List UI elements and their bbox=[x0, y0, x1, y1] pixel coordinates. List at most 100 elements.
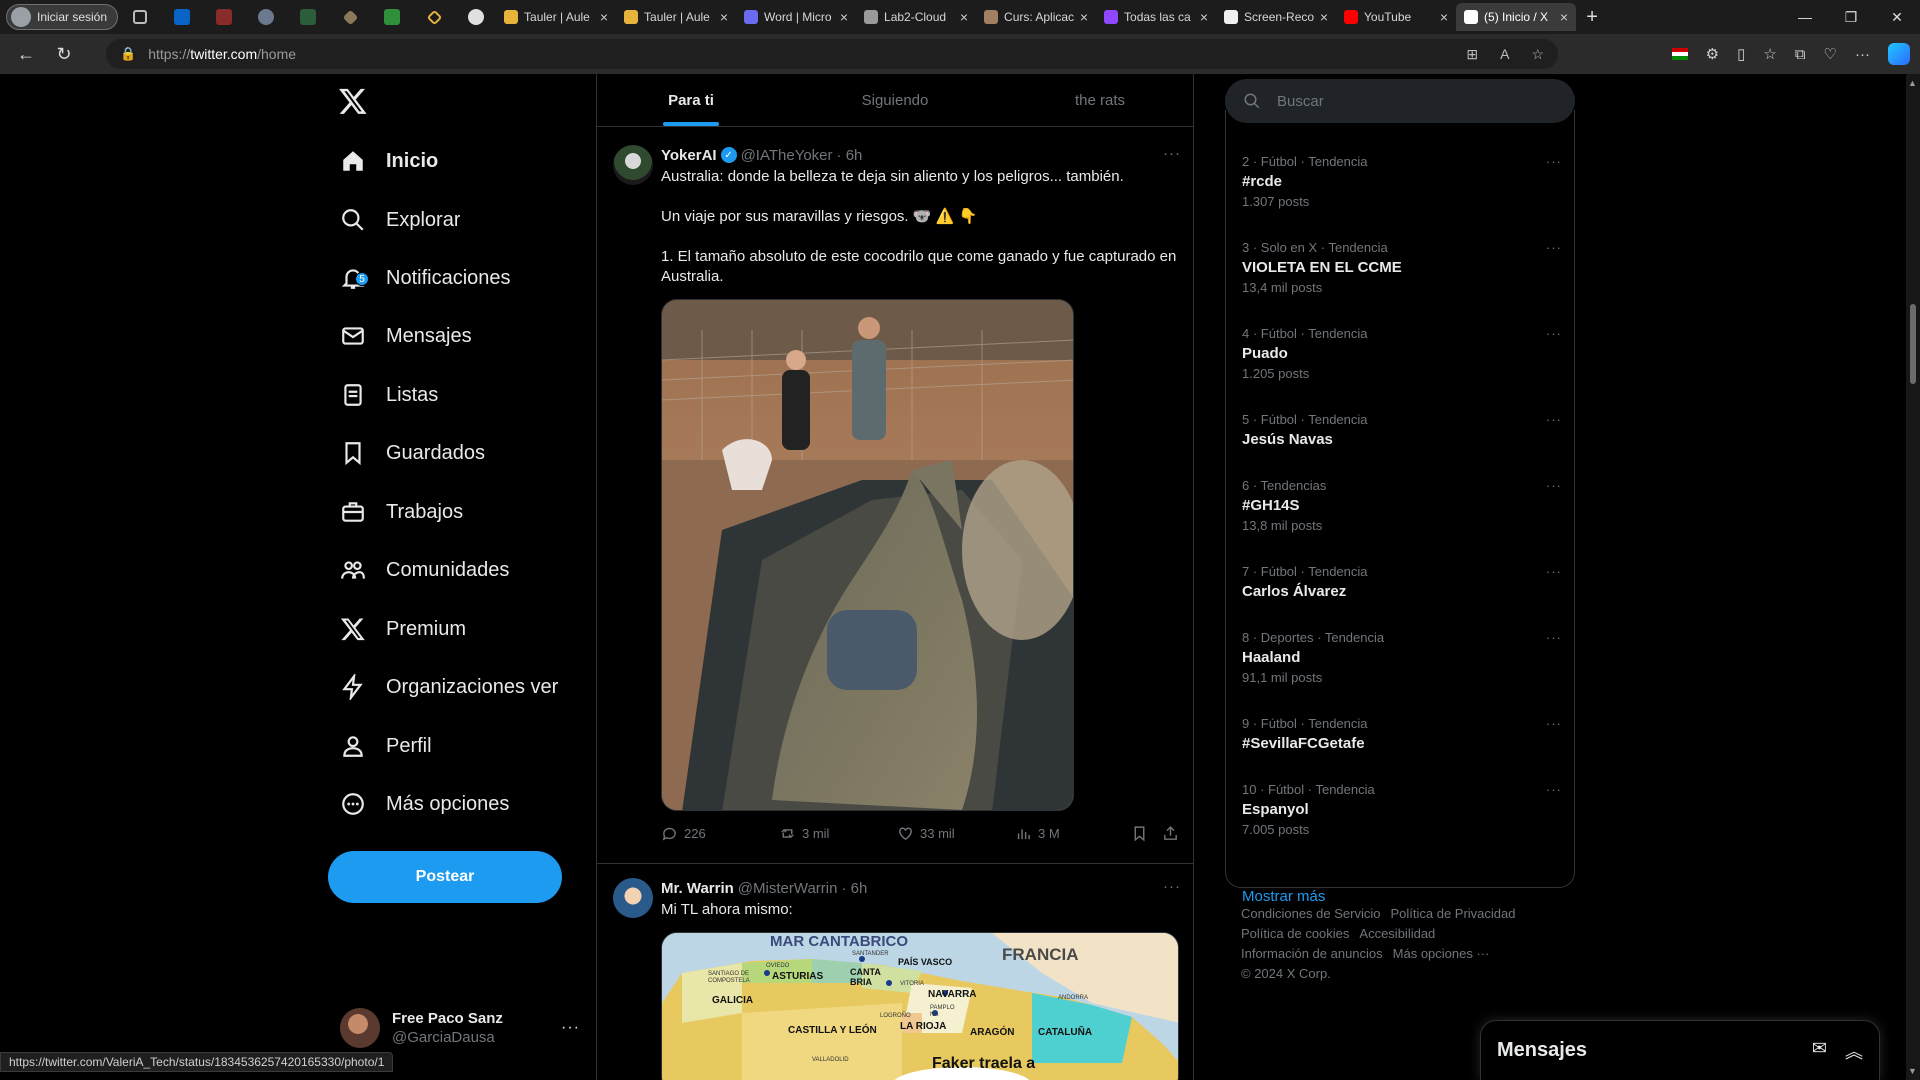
close-tab-icon[interactable]: × bbox=[720, 9, 728, 25]
trend-item[interactable]: 6 · Tendencias #GH14S 13,8 mil posts ··· bbox=[1242, 478, 1562, 533]
close-tab-icon[interactable]: × bbox=[1080, 9, 1088, 25]
trend-more-icon[interactable]: ··· bbox=[1546, 782, 1562, 797]
tweet-timestamp[interactable]: · 6h bbox=[841, 880, 867, 897]
browser-tab[interactable]: Tauler | Aule × bbox=[496, 3, 616, 31]
trend-more-icon[interactable]: ··· bbox=[1546, 716, 1562, 731]
flag-extension-icon[interactable] bbox=[1671, 48, 1688, 60]
pinned-tab-7[interactable] bbox=[414, 4, 454, 30]
nav-item-x[interactable]: Premium bbox=[340, 604, 466, 654]
nav-item-bookmark[interactable]: Guardados bbox=[340, 428, 485, 478]
trend-more-icon[interactable]: ··· bbox=[1546, 412, 1562, 427]
tweet[interactable]: ··· YokerAI ✓ @IATheYoker · 6h Australia… bbox=[597, 127, 1193, 864]
browser-tab[interactable]: Word | Micro × bbox=[736, 3, 856, 31]
pinned-tab-4[interactable] bbox=[288, 4, 328, 30]
page-scrollbar[interactable]: ▲ ▼ bbox=[1906, 74, 1920, 1080]
tweet[interactable]: ··· Mr. Warrin @MisterWarrin · 6h Mi TL … bbox=[597, 864, 1193, 1080]
tweet-author-handle[interactable]: @IATheYoker bbox=[741, 147, 833, 164]
footer-link[interactable]: Accesibilidad bbox=[1359, 926, 1435, 941]
browser-tab[interactable]: (5) Inicio / X × bbox=[1456, 3, 1577, 31]
nav-item-people[interactable]: Comunidades bbox=[340, 545, 509, 595]
close-tab-icon[interactable]: × bbox=[840, 9, 848, 25]
settings-more-icon[interactable]: ··· bbox=[1855, 46, 1870, 63]
tweet-photo[interactable] bbox=[661, 299, 1074, 811]
pinned-tab-5[interactable] bbox=[330, 4, 370, 30]
nav-item-home[interactable]: Inicio bbox=[340, 136, 438, 186]
trend-item[interactable]: 4 · Fútbol · Tendencia Puado 1.205 posts ··… bbox=[1242, 326, 1562, 381]
nav-item-mail[interactable]: Mensajes bbox=[340, 311, 472, 361]
read-aloud-icon[interactable]: A bbox=[1500, 46, 1509, 62]
trend-item[interactable]: 2 · Fútbol · Tendencia #rcde 1.307 posts ··… bbox=[1242, 154, 1562, 209]
footer-link[interactable]: Más opciones ··· bbox=[1393, 946, 1490, 961]
restore-button[interactable]: ❐ bbox=[1828, 0, 1874, 34]
new-tab-button[interactable]: + bbox=[1576, 3, 1608, 31]
account-switcher[interactable]: Free Paco Sanz @GarciaDausa ··· bbox=[340, 1006, 580, 1050]
nav-item-bolt[interactable]: Organizaciones ver bbox=[340, 662, 558, 712]
extensions-icon[interactable]: ⚙ bbox=[1706, 45, 1719, 63]
nav-item-list[interactable]: Listas bbox=[340, 370, 438, 420]
browser-tab[interactable]: Curs: Aplicac × bbox=[976, 3, 1096, 31]
tweet-author-name[interactable]: Mr. Warrin bbox=[661, 880, 734, 897]
browser-essentials-icon[interactable]: ♡ bbox=[1824, 45, 1837, 63]
address-bar[interactable]: 🔒 https://twitter.com/home ⊞ A ☆ bbox=[106, 39, 1558, 69]
reload-button[interactable]: ↻ bbox=[46, 38, 82, 70]
app-available-icon[interactable]: ⊞ bbox=[1466, 46, 1478, 63]
browser-tab[interactable]: Screen-Reco × bbox=[1216, 3, 1336, 31]
tab-the-rats[interactable]: the rats bbox=[1005, 74, 1193, 126]
expand-drawer-icon[interactable]: ︽ bbox=[1845, 1038, 1863, 1064]
reply-button[interactable]: 226 bbox=[661, 825, 779, 842]
show-more-link[interactable]: Mostrar más bbox=[1242, 888, 1325, 905]
footer-link[interactable]: Condiciones de Servicio bbox=[1241, 906, 1380, 921]
tab-para-ti[interactable]: Para ti bbox=[597, 74, 785, 126]
scrollbar-thumb[interactable] bbox=[1910, 304, 1916, 384]
pinned-tab-outlook[interactable] bbox=[162, 4, 202, 30]
pinned-tab-6[interactable] bbox=[372, 4, 412, 30]
close-tab-icon[interactable]: × bbox=[1320, 9, 1328, 25]
nav-item-bell[interactable]: 5 Notificaciones bbox=[340, 253, 511, 303]
close-tab-icon[interactable]: × bbox=[1560, 9, 1568, 25]
messages-drawer[interactable]: Mensajes ✉ ︽ bbox=[1480, 1020, 1880, 1080]
trend-item[interactable]: 8 · Deportes · Tendencia Haaland 91,1 mil … bbox=[1242, 630, 1562, 685]
trend-item[interactable]: 10 · Fútbol · Tendencia Espanyol 7.005 pos… bbox=[1242, 782, 1562, 837]
account-more-icon[interactable]: ··· bbox=[561, 1019, 580, 1037]
browser-tab[interactable]: Lab2-Cloud × bbox=[856, 3, 976, 31]
close-tab-icon[interactable]: × bbox=[1440, 9, 1448, 25]
close-tab-icon[interactable]: × bbox=[600, 9, 608, 25]
trend-more-icon[interactable]: ··· bbox=[1546, 326, 1562, 341]
favorite-star-icon[interactable]: ☆ bbox=[1531, 46, 1544, 63]
share-button[interactable] bbox=[1162, 825, 1179, 842]
browser-tab[interactable]: Todas las ca × bbox=[1096, 3, 1216, 31]
x-logo-icon[interactable] bbox=[338, 86, 368, 116]
trend-item[interactable]: 7 · Fútbol · Tendencia Carlos Álvarez ··· bbox=[1242, 564, 1562, 600]
nav-item-search[interactable]: Explorar bbox=[340, 195, 460, 245]
tweet-author-handle[interactable]: @MisterWarrin bbox=[738, 880, 838, 897]
tweet-timestamp[interactable]: · 6h bbox=[837, 147, 863, 164]
pinned-tab-chatgpt[interactable] bbox=[456, 4, 496, 30]
collections-icon[interactable]: ⧉ bbox=[1795, 46, 1806, 63]
scroll-down-icon[interactable]: ▼ bbox=[1908, 1066, 1917, 1076]
profile-button[interactable]: Iniciar sesión bbox=[6, 4, 119, 30]
trend-more-icon[interactable]: ··· bbox=[1546, 240, 1562, 255]
pinned-tab-2[interactable] bbox=[204, 4, 244, 30]
split-screen-icon[interactable]: ▯ bbox=[1737, 45, 1745, 63]
trend-item[interactable]: 3 · Solo en X · Tendencia VIOLETA EN EL C… bbox=[1242, 240, 1562, 295]
browser-tab[interactable]: Tauler | Aule × bbox=[616, 3, 736, 31]
scroll-up-icon[interactable]: ▲ bbox=[1908, 78, 1917, 88]
trend-more-icon[interactable]: ··· bbox=[1546, 630, 1562, 645]
new-message-icon[interactable]: ✉ bbox=[1812, 1038, 1827, 1064]
tab-siguiendo[interactable]: Siguiendo bbox=[785, 74, 1005, 126]
footer-link[interactable]: Política de Privacidad bbox=[1390, 906, 1515, 921]
nav-item-person[interactable]: Perfil bbox=[340, 721, 432, 771]
search-box[interactable]: Buscar bbox=[1225, 79, 1575, 123]
bookmark-button[interactable] bbox=[1131, 825, 1148, 842]
pinned-tab-3[interactable] bbox=[246, 4, 286, 30]
footer-link[interactable]: Información de anuncios bbox=[1241, 946, 1383, 961]
nav-item-briefcase[interactable]: Trabajos bbox=[340, 487, 463, 537]
trend-more-icon[interactable]: ··· bbox=[1546, 564, 1562, 579]
trend-item[interactable]: 5 · Fútbol · Tendencia Jesús Navas ··· bbox=[1242, 412, 1562, 448]
trend-more-icon[interactable]: ··· bbox=[1546, 478, 1562, 493]
tweet-photo[interactable]: MAR CANTABRICO FRANCIA ASTURIAS CANTA BR… bbox=[661, 932, 1179, 1080]
post-button[interactable]: Postear bbox=[328, 851, 562, 903]
back-button[interactable]: ← bbox=[8, 38, 44, 70]
tweet-avatar[interactable] bbox=[613, 878, 653, 918]
like-button[interactable]: 33 mil bbox=[897, 825, 1015, 842]
